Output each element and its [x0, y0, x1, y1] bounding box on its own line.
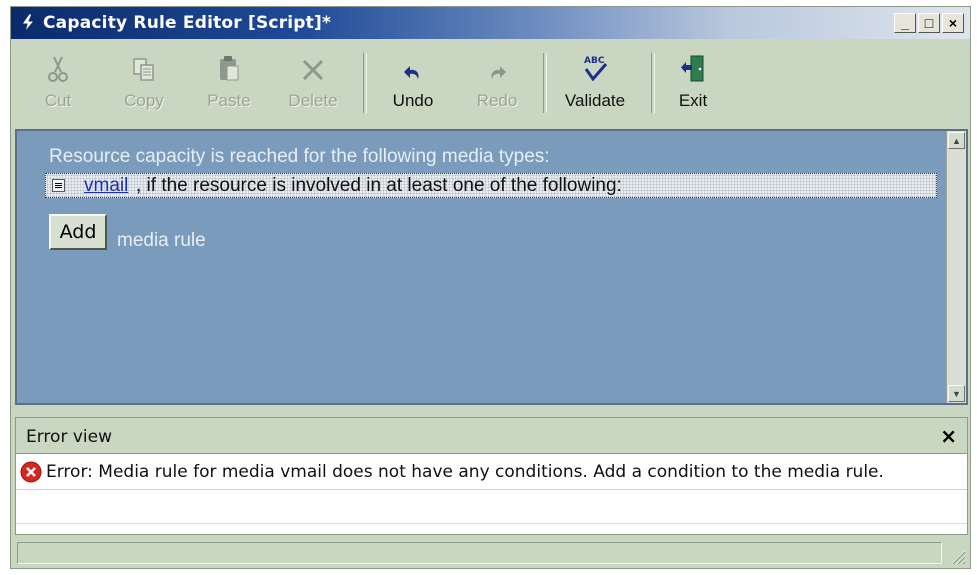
error-list-item[interactable]: Error: Media rule for media vmail does n…	[16, 456, 967, 490]
minimize-icon: _	[901, 15, 909, 31]
add-media-rule-label: media rule	[117, 230, 206, 251]
delete-button[interactable]: Delete	[281, 47, 345, 121]
media-rule-row[interactable]: vmail , if the resource is involved in a…	[45, 173, 937, 198]
error-view-title: Error view	[26, 427, 112, 447]
exit-door-icon	[681, 55, 704, 82]
copy-label: Copy	[124, 91, 164, 110]
error-message: Error: Media rule for media vmail does n…	[46, 462, 884, 482]
error-view-close-icon[interactable]: ×	[940, 424, 957, 448]
media-rule-text: , if the resource is involved in at leas…	[136, 175, 622, 196]
scroll-down-button[interactable]: ▼	[948, 385, 965, 402]
maximize-icon: □	[924, 15, 934, 31]
toolbar-separator	[363, 53, 367, 113]
validate-button[interactable]: ABC Validate	[555, 47, 635, 121]
redo-label: Redo	[476, 91, 518, 110]
close-icon: ×	[948, 15, 958, 31]
copy-icon	[133, 58, 154, 81]
error-list-empty-row	[16, 490, 967, 524]
paste-label: Paste	[207, 91, 251, 110]
toolbar-separator	[651, 53, 655, 113]
add-media-rule-button[interactable]: Add	[49, 214, 107, 250]
editor-vertical-scrollbar[interactable]: ▲ ▼	[946, 131, 966, 403]
minimize-button[interactable]: _	[894, 13, 916, 33]
window-controls: _ □ ×	[894, 13, 964, 33]
undo-arrow-icon	[404, 66, 419, 79]
window-title: Capacity Rule Editor [Script]*	[43, 13, 332, 33]
toolbar-separator	[543, 53, 547, 113]
title-bar[interactable]: Capacity Rule Editor [Script]* _ □ ×	[11, 7, 970, 39]
cut-button[interactable]: Cut	[37, 47, 79, 121]
exit-button[interactable]: Exit	[671, 47, 715, 121]
exit-label: Exit	[678, 91, 708, 110]
paste-button[interactable]: Paste	[201, 47, 257, 121]
capacity-rule-editor-window: Capacity Rule Editor [Script]* _ □ × Cut…	[10, 6, 971, 569]
delete-label: Delete	[288, 91, 338, 110]
app-icon	[21, 13, 36, 33]
editor-heading: Resource capacity is reached for the fol…	[49, 146, 550, 167]
scroll-down-icon: ▼	[952, 388, 961, 399]
error-view-header: Error view ×	[16, 418, 967, 454]
collapse-toggle-icon[interactable]	[52, 179, 65, 192]
validate-label: Validate	[564, 91, 626, 110]
status-bar	[15, 539, 968, 567]
copy-button[interactable]: Copy	[117, 47, 171, 121]
paste-icon	[220, 56, 239, 81]
spellcheck-abc-icon: ABC	[584, 56, 608, 82]
status-field	[17, 542, 942, 564]
scissors-icon	[48, 56, 68, 82]
cut-label: Cut	[44, 91, 72, 110]
scroll-up-button[interactable]: ▲	[948, 132, 965, 149]
close-button[interactable]: ×	[942, 13, 964, 33]
error-view-panel: Error view × Error: Media rule for media…	[15, 417, 968, 535]
undo-button[interactable]: Undo	[385, 47, 441, 121]
resize-grip-icon[interactable]	[948, 547, 966, 565]
undo-label: Undo	[392, 91, 434, 110]
scroll-up-icon: ▲	[952, 135, 961, 146]
svg-text:ABC: ABC	[584, 56, 605, 66]
error-icon	[20, 461, 42, 483]
redo-button[interactable]: Redo	[469, 47, 525, 121]
redo-arrow-icon	[491, 66, 506, 79]
rule-editor-pane[interactable]: Resource capacity is reached for the fol…	[15, 129, 968, 405]
maximize-button[interactable]: □	[918, 13, 940, 33]
media-type-link[interactable]: vmail	[84, 175, 128, 197]
delete-x-icon	[302, 59, 324, 81]
toolbar: Cut Copy Paste Delete Undo Redo ABC Vali…	[13, 41, 968, 125]
